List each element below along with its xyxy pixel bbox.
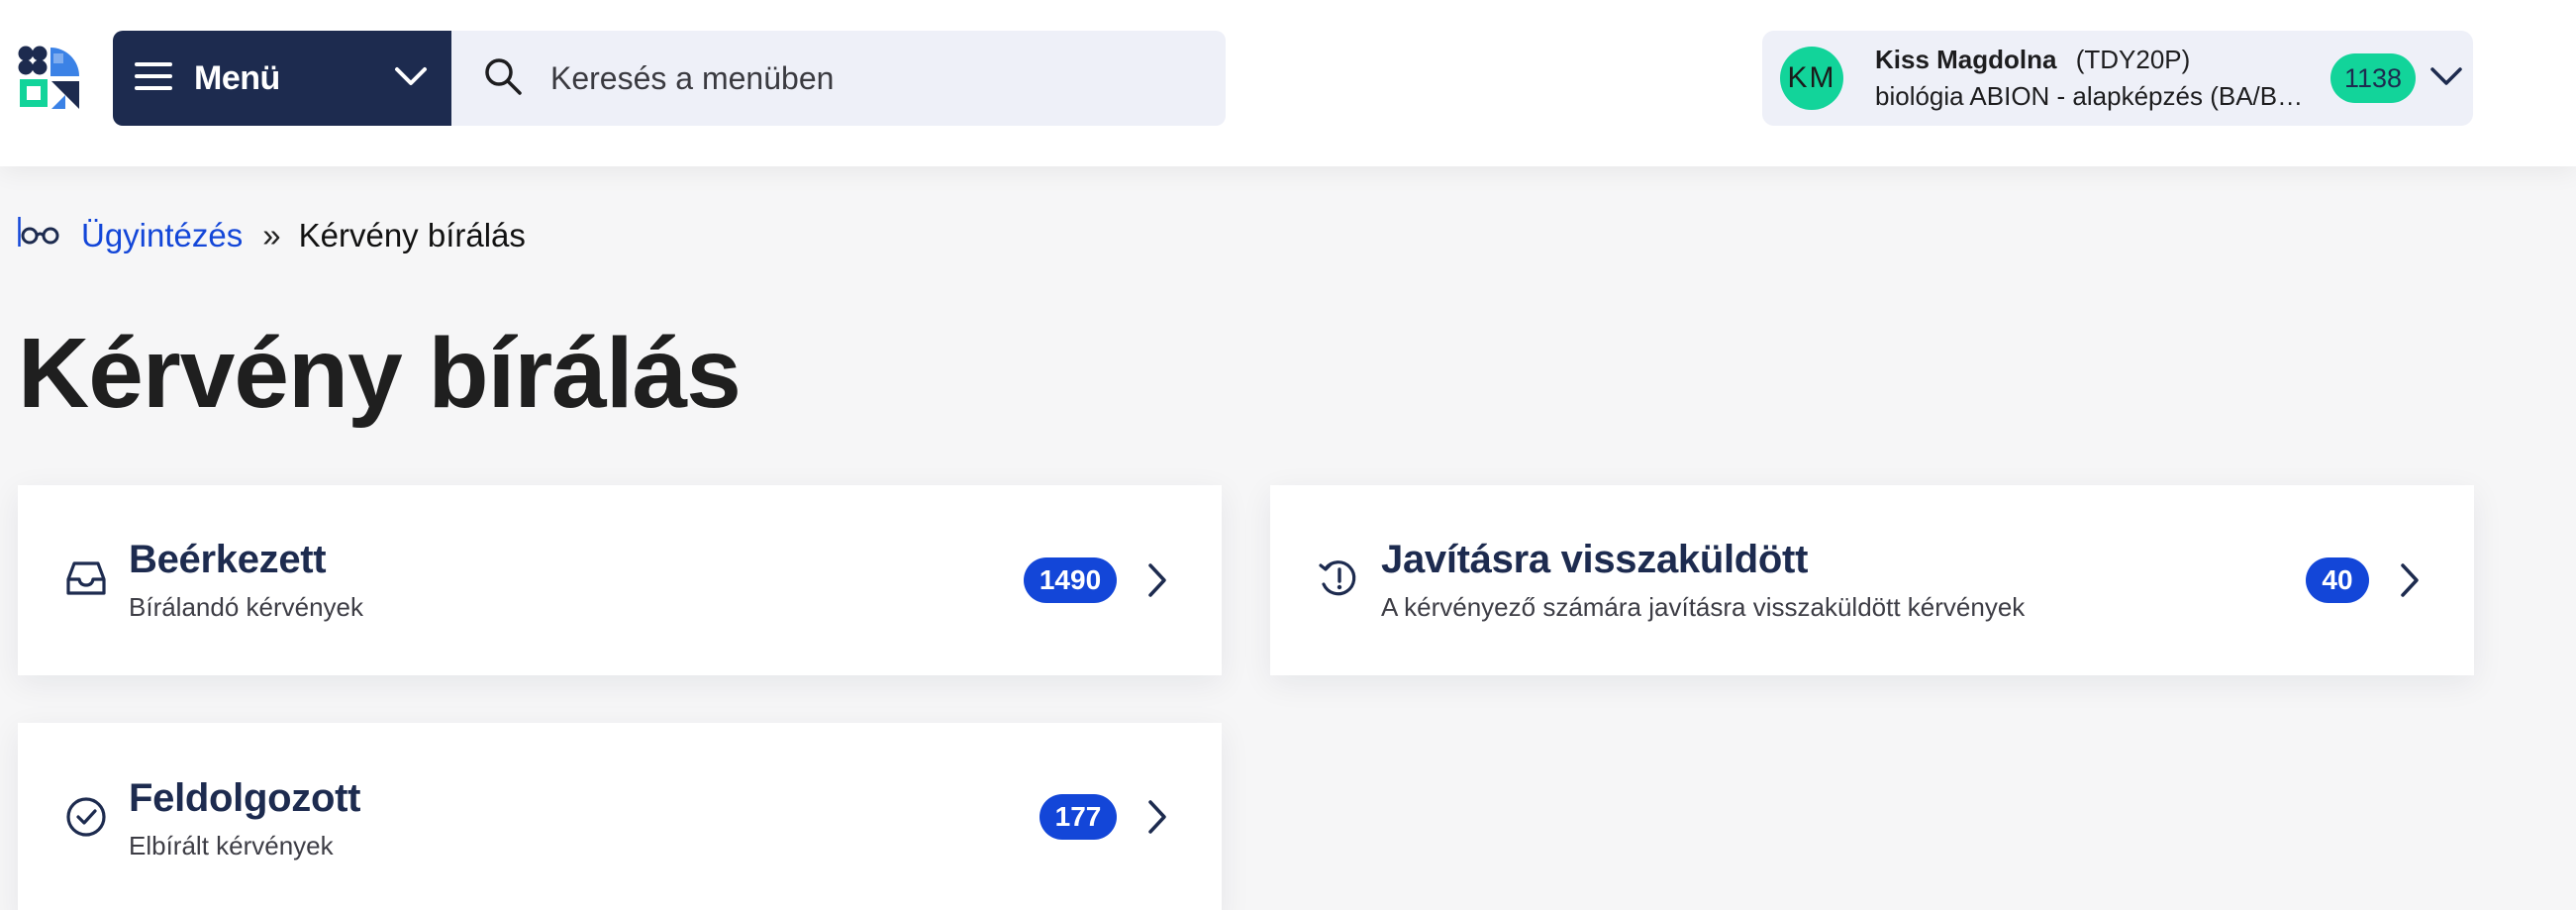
chevron-right-icon — [2399, 562, 2421, 603]
card-returned-for-correction[interactable]: Javításra visszaküldött A kérvényező szá… — [1270, 485, 2474, 675]
card-processed[interactable]: Feldolgozott Elbírált kérvények 177 — [18, 723, 1222, 910]
breadcrumb-current: Kérvény bírálás — [298, 217, 526, 253]
menu-button[interactable]: Menü — [113, 31, 451, 126]
search-input[interactable] — [550, 59, 1184, 97]
chevron-down-icon — [394, 65, 428, 92]
card-title: Javításra visszaküldött — [1381, 538, 1809, 581]
chevron-right-icon — [1146, 799, 1168, 840]
search-icon — [483, 56, 523, 101]
chevron-down-icon — [2429, 65, 2463, 92]
hamburger-icon — [135, 60, 174, 97]
menu-label: Menü — [194, 58, 280, 97]
count-badge: 40 — [2306, 557, 2369, 603]
menu-search[interactable] — [451, 31, 1226, 126]
app-logo[interactable] — [18, 46, 81, 111]
count-badge: 1490 — [1024, 557, 1117, 603]
breadcrumb-separator: » — [262, 217, 281, 253]
top-header: Menü KM Kiss Magdolna (TDY20P) biológia … — [0, 0, 2576, 166]
history-alert-icon — [1318, 557, 1359, 604]
card-title: Beérkezett — [129, 538, 327, 581]
user-name: Kiss Magdolna — [1875, 45, 2057, 74]
user-code: (TDY20P) — [2075, 45, 2191, 74]
chevron-right-icon — [1146, 562, 1168, 603]
user-notification-badge: 1138 — [2330, 53, 2417, 103]
count-badge: 177 — [1040, 794, 1117, 840]
breadcrumb: Ügyintézés » Kérvény bírálás — [18, 212, 526, 259]
card-subtitle: Elbírált kérvények — [129, 831, 334, 860]
inbox-icon — [65, 560, 107, 601]
card-received[interactable]: Beérkezett Bírálandó kérvények 1490 — [18, 485, 1222, 675]
check-circle-icon — [65, 796, 107, 843]
avatar: KM — [1780, 47, 1843, 110]
user-program: biológia ABION - alapképzés (BA/BSc/BPro… — [1875, 81, 2319, 111]
card-title: Feldolgozott — [129, 776, 361, 820]
page-title: Kérvény bírálás — [18, 318, 742, 429]
breadcrumb-link-ugyintezes[interactable]: Ügyintézés — [81, 217, 243, 254]
glasses-icon — [18, 215, 63, 256]
user-profile-menu[interactable]: KM Kiss Magdolna (TDY20P) biológia ABION… — [1762, 31, 2473, 126]
card-subtitle: A kérvényező számára javításra visszakül… — [1381, 592, 2026, 622]
user-info: Kiss Magdolna (TDY20P) biológia ABION - … — [1875, 45, 2319, 112]
card-subtitle: Bírálandó kérvények — [129, 592, 364, 622]
